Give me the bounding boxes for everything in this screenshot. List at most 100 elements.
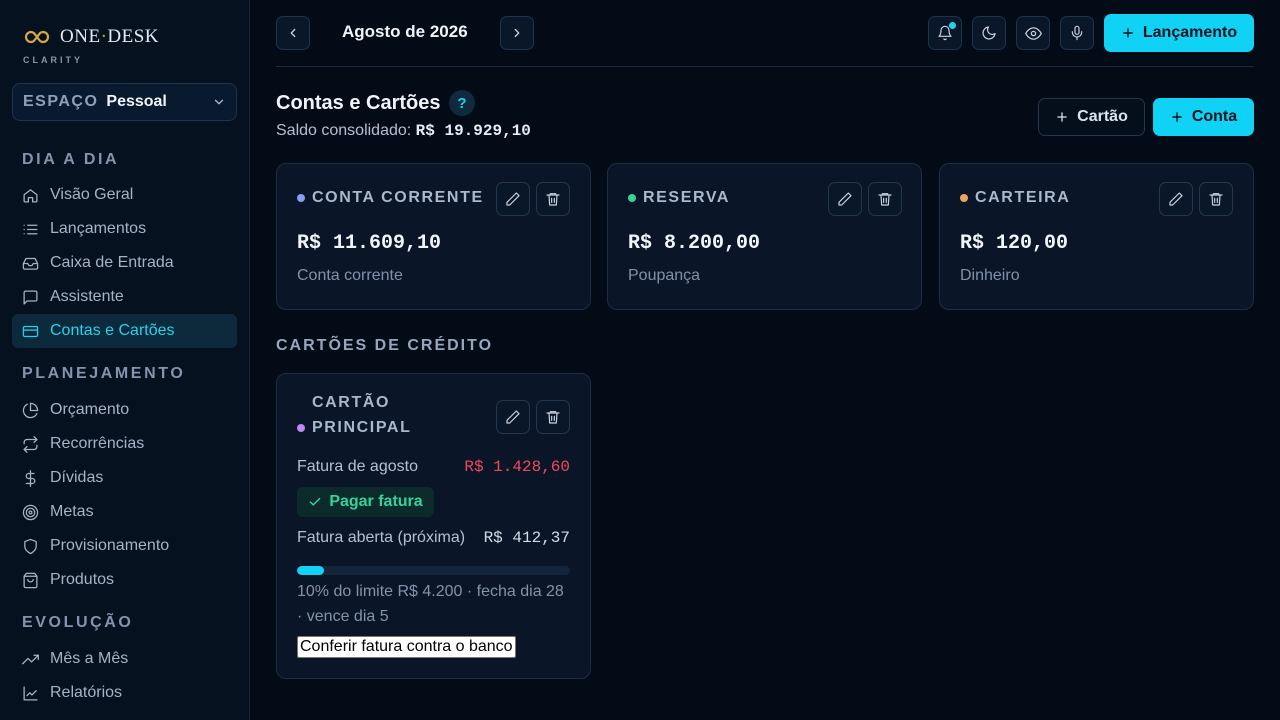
- dollar-icon: [22, 469, 39, 487]
- sidebar-item-label: Dívidas: [50, 469, 104, 486]
- brand-subtitle: CLARITY: [23, 55, 83, 65]
- pay-invoice-label: Pagar fatura: [329, 493, 423, 510]
- section-title-evolucao: EVOLUÇÃO: [22, 614, 134, 631]
- current-month: Agosto de 2026: [342, 22, 468, 41]
- account-card-conta-corrente[interactable]: CONTA CORRENTE R$ 11.609,10 Conta corren…: [276, 163, 591, 310]
- account-balance: R$ 120,00: [960, 232, 1069, 255]
- new-entry-label: Lançamento: [1142, 24, 1238, 41]
- edit-button[interactable]: [1159, 182, 1193, 216]
- space-selector[interactable]: ESPAÇO Pessoal: [12, 83, 237, 121]
- infinity-logo-icon: [24, 30, 50, 44]
- brand-logo[interactable]: ONE·DESK: [24, 26, 159, 48]
- brand-name: ONE·DESK: [60, 26, 160, 47]
- credit-card-principal[interactable]: CARTÃO PRINCIPAL Fatura de agosto R$ 1.42…: [276, 373, 591, 679]
- account-type: Dinheiro: [960, 267, 1020, 284]
- next-month-button[interactable]: [500, 16, 534, 50]
- pay-invoice-button[interactable]: Pagar fatura: [297, 487, 434, 517]
- sidebar-item-caixa-de-entrada[interactable]: Caixa de Entrada: [12, 246, 237, 280]
- section-title-dia-a-dia: DIA A DIA: [22, 151, 120, 168]
- limit-progress-fill: [297, 566, 325, 575]
- trash-icon: [1208, 191, 1224, 207]
- limit-progress-bar: [297, 566, 570, 575]
- space-label: ESPAÇO: [23, 93, 99, 110]
- add-card-button[interactable]: Cartão: [1038, 98, 1145, 136]
- theme-toggle-button[interactable]: [972, 16, 1006, 50]
- prev-month-button[interactable]: [276, 16, 310, 50]
- invoice-value: R$ 1.428,60: [464, 458, 570, 476]
- account-balance: R$ 11.609,10: [297, 232, 442, 255]
- pencil-icon: [505, 191, 521, 207]
- trash-icon: [545, 191, 561, 207]
- moon-icon: [981, 25, 997, 41]
- add-card-label: Cartão: [1077, 108, 1128, 125]
- sidebar-item-lancamentos[interactable]: Lançamentos: [12, 212, 237, 246]
- sidebar-item-label: Visão Geral: [50, 186, 134, 203]
- sidebar-item-relatorios[interactable]: Relatórios: [12, 676, 237, 710]
- open-invoice-row: Fatura aberta (próxima) R$ 412,37: [297, 529, 570, 547]
- pencil-icon: [837, 191, 853, 207]
- pie-chart-icon: [22, 402, 39, 419]
- check-icon: [308, 495, 322, 509]
- sidebar-item-provisionamento[interactable]: Provisionamento: [12, 529, 237, 563]
- sidebar-item-dividas[interactable]: Dívidas: [12, 461, 237, 495]
- account-card-reserva[interactable]: RESERVA R$ 8.200,00 Poupança: [607, 163, 922, 310]
- target-icon: [22, 504, 39, 521]
- help-button[interactable]: ?: [449, 90, 475, 116]
- section-title-planejamento: PLANEJAMENTO: [22, 365, 186, 382]
- open-invoice-value: R$ 412,37: [483, 529, 570, 547]
- limit-info: 10% do limite R$ 4.200 · fecha dia 28 · …: [297, 583, 564, 625]
- check-invoice-button[interactable]: Conferir fatura contra o banco: [297, 636, 516, 658]
- edit-button[interactable]: [828, 182, 862, 216]
- sidebar-item-metas[interactable]: Metas: [12, 495, 237, 529]
- inbox-icon: [22, 255, 39, 272]
- sidebar-item-label: Assistente: [50, 288, 124, 305]
- credit-card-icon: [22, 323, 39, 340]
- account-name: CONTA CORRENTE: [297, 185, 484, 210]
- sidebar-item-label: Orçamento: [50, 401, 130, 418]
- pencil-icon: [1168, 191, 1184, 207]
- sidebar-item-label: Lançamentos: [50, 220, 147, 237]
- sidebar-item-contas-e-cartoes[interactable]: Contas e Cartões: [12, 314, 237, 348]
- sidebar-item-recorrencias[interactable]: Recorrências: [12, 427, 237, 461]
- visibility-toggle-button[interactable]: [1016, 16, 1050, 50]
- delete-button[interactable]: [1199, 182, 1233, 216]
- account-card-carteira[interactable]: CARTEIRA R$ 120,00 Dinheiro: [939, 163, 1254, 310]
- sidebar: ONE·DESK CLARITY ESPAÇO Pessoal DIA A DI…: [0, 0, 250, 720]
- plus-icon: [1121, 26, 1135, 40]
- edit-button[interactable]: [496, 400, 530, 434]
- shopping-bag-icon: [22, 572, 39, 589]
- sidebar-item-label: Contas e Cartões: [50, 322, 175, 339]
- add-account-button[interactable]: Conta: [1153, 98, 1254, 136]
- repeat-icon: [22, 435, 39, 453]
- delete-button[interactable]: [868, 182, 902, 216]
- line-chart-icon: [22, 685, 39, 702]
- balance-value: R$ 19.929,10: [415, 122, 531, 140]
- balance-label: Saldo consolidado:: [276, 122, 412, 139]
- invoice-label: Fatura de agosto: [297, 458, 418, 475]
- consolidated-balance: Saldo consolidado: R$ 19.929,10: [276, 122, 531, 140]
- sidebar-item-label: Recorrências: [50, 435, 145, 452]
- notifications-button[interactable]: [928, 16, 962, 50]
- account-type: Poupança: [628, 267, 701, 284]
- account-color-dot: [960, 194, 968, 202]
- account-color-dot: [297, 194, 305, 202]
- delete-button[interactable]: [536, 182, 570, 216]
- sidebar-item-mes-a-mes[interactable]: Mês a Mês: [12, 642, 237, 676]
- sidebar-item-orcamento[interactable]: Orçamento: [12, 393, 237, 427]
- voice-input-button[interactable]: [1060, 16, 1094, 50]
- header-divider: [276, 66, 1254, 67]
- account-color-dot: [628, 194, 636, 202]
- space-value: Pessoal: [106, 93, 167, 110]
- page-title: Contas e Cartões: [276, 92, 441, 114]
- chevron-left-icon: [286, 26, 300, 40]
- trash-icon: [877, 191, 893, 207]
- account-name: CARTEIRA: [960, 185, 1070, 210]
- sidebar-item-assistente[interactable]: Assistente: [12, 280, 237, 314]
- account-type: Conta corrente: [297, 267, 403, 284]
- sidebar-item-produtos[interactable]: Produtos: [12, 563, 237, 597]
- edit-button[interactable]: [496, 182, 530, 216]
- plus-icon: [1055, 110, 1069, 124]
- sidebar-item-visao-geral[interactable]: Visão Geral: [12, 178, 237, 212]
- new-entry-button[interactable]: Lançamento: [1104, 14, 1254, 52]
- delete-button[interactable]: [536, 400, 570, 434]
